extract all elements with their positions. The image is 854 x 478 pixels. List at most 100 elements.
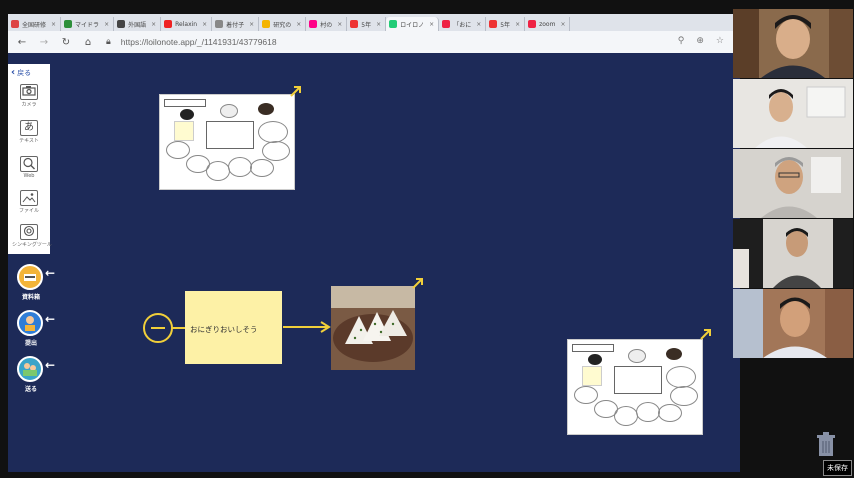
close-tab-icon[interactable]: × xyxy=(151,21,156,28)
onigiri-photo-card[interactable] xyxy=(331,286,415,370)
tab-title: 外国語 xyxy=(128,21,147,29)
video-participant-1[interactable] xyxy=(733,9,853,78)
close-tab-icon[interactable]: × xyxy=(376,21,381,28)
close-tab-icon[interactable]: × xyxy=(51,21,56,28)
expand-arrow-icon[interactable] xyxy=(699,327,713,341)
send-button[interactable] xyxy=(17,356,43,382)
browser-tab[interactable]: ロイロノ × xyxy=(386,17,440,31)
tab-title: 村の xyxy=(320,21,333,29)
camera-tool[interactable]: カメラ xyxy=(12,84,46,108)
close-tab-icon[interactable]: × xyxy=(296,21,301,28)
tab-title: 5年 xyxy=(500,21,511,29)
tool-label: テキスト xyxy=(19,138,39,144)
bubble xyxy=(262,141,290,161)
browser-tab[interactable]: 研究の × xyxy=(259,17,307,31)
web-tool[interactable]: Web xyxy=(12,156,46,179)
tab-favicon-icon xyxy=(262,20,271,28)
text-icon: あ xyxy=(20,120,38,136)
tab-title: 全国研修 xyxy=(22,21,47,29)
search-key-icon[interactable]: ⚲ xyxy=(678,36,685,46)
participant-video xyxy=(733,289,853,358)
extension-icon[interactable]: ⊕ xyxy=(696,36,704,46)
browser-tab[interactable]: 全国研修 × xyxy=(8,17,62,31)
bubble xyxy=(258,121,288,143)
bubble xyxy=(250,159,274,177)
submit-button[interactable] xyxy=(17,310,43,336)
center-box xyxy=(206,121,254,149)
video-participant-4[interactable] xyxy=(733,219,853,288)
participant-video xyxy=(733,79,853,148)
onigiri-photo xyxy=(331,286,415,370)
bubble xyxy=(574,386,598,404)
text-note-card[interactable]: おにぎりおいしそう xyxy=(185,291,282,364)
video-participant-5[interactable] xyxy=(733,289,853,358)
expand-arrow-icon[interactable] xyxy=(289,84,303,98)
mini-note xyxy=(174,121,194,141)
tool-label: ファイル xyxy=(18,208,39,214)
bubble xyxy=(658,404,682,422)
tab-title: 「おに xyxy=(453,21,472,29)
worksheet-title xyxy=(572,344,614,352)
video-participant-3[interactable] xyxy=(733,149,853,218)
tab-title: マイドラ xyxy=(75,21,100,29)
address-bar: ← → ↻ ⌂ 🔒︎ https://loilonote.app/_/11419… xyxy=(8,31,740,53)
close-tab-icon[interactable]: × xyxy=(104,21,109,28)
tab-favicon-icon xyxy=(309,20,318,28)
center-box xyxy=(614,366,662,394)
back-label: 戻る xyxy=(17,68,32,77)
file-image-icon xyxy=(20,190,38,206)
file-tool[interactable]: ファイル xyxy=(12,190,46,214)
browser-tab[interactable]: zoom × xyxy=(525,17,571,31)
browser-tab[interactable]: 5年 × xyxy=(347,17,387,31)
video-participant-2[interactable] xyxy=(733,79,853,148)
browser-tab[interactable]: 着付子 × xyxy=(212,17,260,31)
submit-person-icon xyxy=(25,316,35,331)
illustration xyxy=(628,349,646,363)
collapse-minus-icon[interactable] xyxy=(143,313,173,343)
close-tab-icon[interactable]: × xyxy=(476,21,481,28)
bubble xyxy=(670,386,698,406)
url-field[interactable]: https://loilonote.app/_/1141931/43779618 xyxy=(121,37,277,47)
close-tab-icon[interactable]: × xyxy=(202,21,207,28)
tab-title: 着付子 xyxy=(226,21,245,29)
document-box-button[interactable] xyxy=(17,264,43,290)
participant-video xyxy=(733,219,853,288)
worksheet-card[interactable] xyxy=(567,339,703,435)
close-tab-icon[interactable]: × xyxy=(560,21,565,28)
bubble xyxy=(614,406,638,426)
bookmark-star-icon[interactable]: ☆ xyxy=(716,36,724,46)
tool-panel: ‹ 戻る カメラ あ テキスト Web ファイル シンキングツール xyxy=(8,64,52,254)
close-tab-icon[interactable]: × xyxy=(337,21,342,28)
expand-arrow-icon[interactable] xyxy=(411,276,425,290)
document-box-icon xyxy=(24,274,36,281)
worksheet-title xyxy=(164,99,206,107)
trash-icon[interactable] xyxy=(812,430,840,460)
home-icon[interactable]: ⌂ xyxy=(80,37,96,48)
close-tab-icon[interactable]: × xyxy=(249,21,254,28)
browser-tab[interactable]: Relaxin × xyxy=(161,17,213,31)
submit-label: 提出 xyxy=(24,340,37,347)
browser-tab[interactable]: 「おに × xyxy=(439,17,487,31)
tab-favicon-icon xyxy=(215,20,224,28)
close-tab-icon[interactable]: × xyxy=(515,21,520,28)
browser-tab[interactable]: 村の × xyxy=(306,17,348,31)
thinking-tool[interactable]: シンキングツール xyxy=(12,224,52,248)
reload-icon[interactable]: ↻ xyxy=(58,37,74,48)
tool-label: シンキングツール xyxy=(12,242,52,248)
tab-title: Relaxin xyxy=(175,20,198,28)
lock-icon: 🔒︎ xyxy=(106,37,111,47)
bubble xyxy=(666,366,696,388)
browser-tab[interactable]: 外国語 × xyxy=(114,17,162,31)
browser-tab[interactable]: 5年 × xyxy=(486,17,526,31)
text-tool[interactable]: あ テキスト xyxy=(12,120,46,144)
back-button[interactable]: ‹ 戻る xyxy=(11,67,31,78)
forward-arrow-icon[interactable]: → xyxy=(36,37,52,48)
arrow-left-icon: ← xyxy=(45,312,56,326)
worksheet-card[interactable] xyxy=(159,94,295,190)
browser-tab[interactable]: マイドラ × xyxy=(61,17,115,31)
bubble xyxy=(166,141,190,159)
tab-favicon-icon xyxy=(11,20,19,28)
close-tab-icon[interactable]: × xyxy=(429,21,434,28)
back-arrow-icon[interactable]: ← xyxy=(14,37,30,48)
tab-favicon-icon xyxy=(489,20,498,28)
